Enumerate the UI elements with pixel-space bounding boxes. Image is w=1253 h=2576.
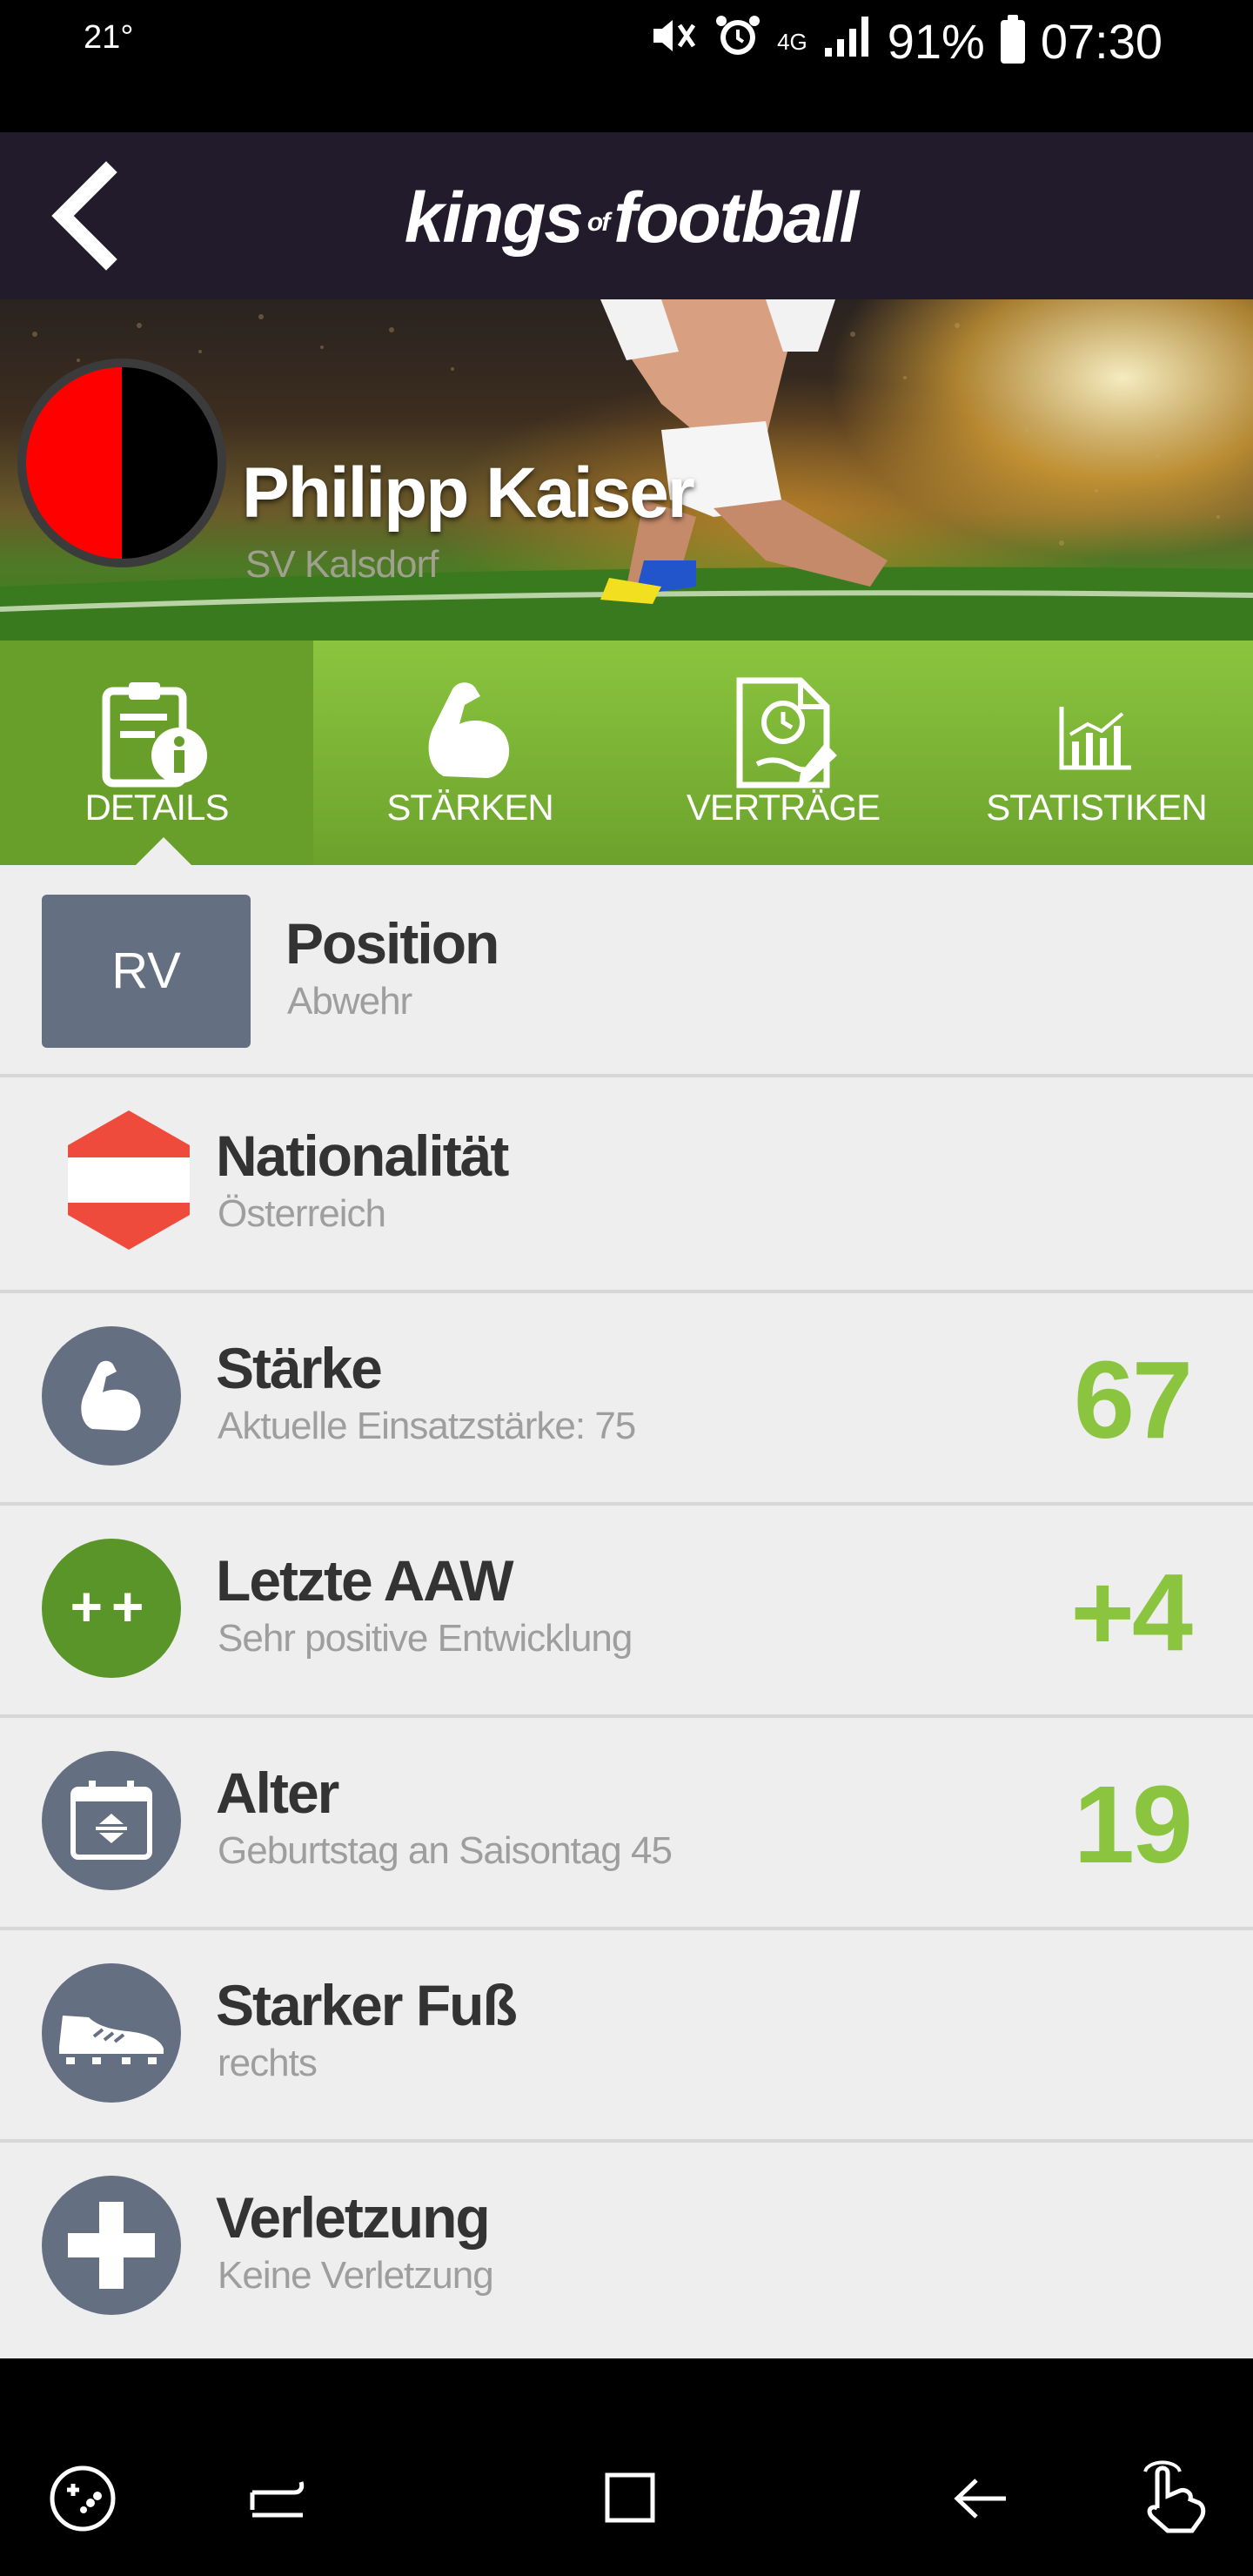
back-arrow-icon	[51, 161, 117, 271]
age-title: Alter	[216, 1761, 339, 1825]
row-last-aaw: ++ Letzte AAW Sehr positive Entwicklung …	[0, 1506, 1253, 1718]
club-name: SV Kalsdorf	[245, 543, 439, 586]
nationality-title: Nationalität	[216, 1124, 509, 1188]
logo-kings: kings	[404, 178, 584, 258]
bar-chart-icon	[1059, 707, 1131, 770]
home-button-icon[interactable]	[599, 2466, 661, 2529]
row-age: Alter Geburtstag an Saisontag 45 19	[0, 1718, 1253, 1930]
medical-cross-icon	[42, 2176, 181, 2315]
position-badge: RV	[42, 895, 251, 1048]
tab-statistics[interactable]: STATISTIKEN	[940, 641, 1253, 865]
trend-plus-icon: ++	[42, 1539, 181, 1678]
row-position: RV Position Abwehr	[0, 865, 1253, 1077]
row-strong-foot: Starker Fuß rechts	[0, 1930, 1253, 2143]
tab-contracts-label: VERTRÄGE	[686, 787, 881, 828]
app-logo: kings offootball	[383, 178, 879, 258]
tab-details-label: DETAILS	[84, 787, 230, 828]
signal-icon	[823, 13, 872, 70]
position-title: Position	[285, 911, 499, 976]
last-aaw-title: Letzte AAW	[216, 1548, 514, 1613]
tab-details[interactable]: DETAILS	[0, 641, 313, 865]
age-subtitle: Geburtstag an Saisontag 45	[218, 1829, 673, 1872]
age-value: 19	[1073, 1763, 1193, 1886]
status-bar: 21° 4G 91% 07:30	[0, 0, 1253, 132]
row-nationality: Nationalität Österreich	[0, 1081, 1253, 1293]
tab-contracts[interactable]: VERTRÄGE	[626, 641, 940, 865]
system-navigation-bar	[0, 2358, 1253, 2576]
football-boot-icon	[42, 1963, 181, 2103]
tab-statistics-label: STATISTIKEN	[986, 787, 1207, 828]
logo-of: of	[586, 208, 610, 238]
tab-bar: DETAILS STÄRKEN VERTRÄGE STATISTIKEN	[0, 641, 1253, 865]
logo-football: football	[613, 178, 859, 258]
strength-title: Stärke	[216, 1336, 383, 1400]
clock-text: 07:30	[1040, 14, 1163, 69]
flexed-arm-icon	[428, 682, 510, 778]
club-badge	[17, 359, 226, 567]
tab-strengths[interactable]: STÄRKEN	[313, 641, 626, 865]
back-nav-icon[interactable]	[948, 2466, 1013, 2531]
game-tools-icon[interactable]	[47, 2463, 118, 2534]
austria-flag-icon	[68, 1110, 190, 1250]
network-type: 4G	[777, 28, 807, 55]
row-injury: Verletzung Keine Verletzung	[0, 2143, 1253, 2355]
position-subtitle: Abwehr	[287, 980, 412, 1023]
battery-percent: 91%	[887, 14, 985, 69]
recent-apps-icon[interactable]	[245, 2466, 310, 2531]
row-strength: Stärke Aktuelle Einsatzstärke: 75 67	[0, 1293, 1253, 1506]
strength-value: 67	[1073, 1338, 1193, 1461]
battery-icon	[1000, 14, 1025, 64]
player-name: Philipp Kaiser	[242, 453, 695, 533]
calendar-icon	[42, 1751, 181, 1890]
app-bar: kings offootball	[0, 132, 1253, 299]
active-tab-indicator	[136, 837, 191, 865]
back-button[interactable]	[37, 158, 141, 272]
contract-clock-icon	[736, 677, 837, 788]
last-aaw-value: +4	[1070, 1551, 1193, 1674]
alarm-icon	[714, 12, 761, 70]
nationality-subtitle: Österreich	[218, 1192, 386, 1235]
strength-subtitle: Aktuelle Einsatzstärke: 75	[218, 1405, 636, 1447]
touch-gesture-icon[interactable]	[1131, 2456, 1211, 2536]
strong-foot-title: Starker Fuß	[216, 1973, 518, 2037]
injury-subtitle: Keine Verletzung	[218, 2254, 494, 2297]
last-aaw-subtitle: Sehr positive Entwicklung	[218, 1617, 633, 1660]
details-list: RV Position Abwehr Nationalität Österrei…	[0, 865, 1253, 2358]
status-icons: 4G 91% 07:30	[650, 12, 1163, 70]
strong-foot-subtitle: rechts	[218, 2042, 318, 2084]
injury-title: Verletzung	[216, 2185, 491, 2250]
strength-icon	[42, 1326, 181, 1466]
temperature-text: 21°	[84, 19, 134, 56]
mute-icon	[650, 13, 699, 70]
clipboard-info-icon	[102, 682, 207, 788]
tab-strengths-label: STÄRKEN	[386, 787, 553, 828]
